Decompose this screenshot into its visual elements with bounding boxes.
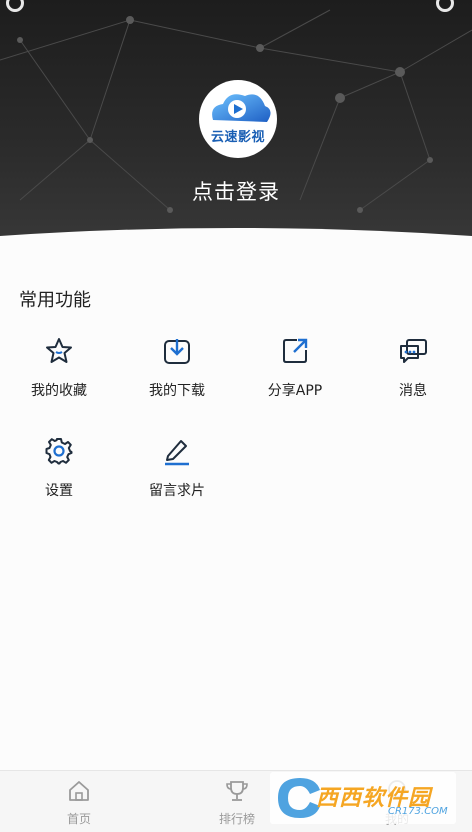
tab-home-label: 首页 — [66, 812, 91, 826]
settings-label: 设置 — [45, 483, 73, 499]
tab-home[interactable]: 首页 — [20, 771, 138, 832]
app-logo-icon — [212, 94, 271, 122]
downloads-label: 我的下载 — [149, 383, 205, 399]
share-app-button[interactable]: 分享APP — [236, 336, 354, 416]
share-app-label: 分享APP — [267, 383, 323, 399]
header-curve — [0, 228, 472, 262]
section-title: 常用功能 — [19, 290, 91, 311]
settings-button[interactable]: 设置 — [0, 436, 118, 516]
watermark-site: CR173.COM — [388, 806, 448, 817]
favorites-button[interactable]: 我的收藏 — [0, 336, 118, 416]
app-logo-text: 云速影视 — [210, 130, 265, 145]
share-icon — [283, 338, 308, 363]
login-link[interactable]: 点击登录 — [0, 176, 472, 206]
download-icon — [164, 339, 190, 364]
trophy-icon — [226, 781, 248, 801]
home-icon — [69, 781, 89, 801]
request-film-button[interactable]: 留言求片 — [118, 436, 236, 516]
gear-icon — [45, 438, 73, 465]
downloads-button[interactable]: 我的下载 — [118, 336, 236, 416]
request-film-label: 留言求片 — [149, 483, 205, 499]
star-icon — [46, 338, 72, 363]
messages-button[interactable]: 消息 — [354, 336, 472, 416]
favorites-label: 我的收藏 — [31, 383, 87, 399]
message-icon — [400, 339, 427, 363]
avatar[interactable]: 云速影视 — [199, 80, 277, 158]
messages-label: 消息 — [399, 383, 427, 399]
pen-icon — [165, 440, 189, 466]
